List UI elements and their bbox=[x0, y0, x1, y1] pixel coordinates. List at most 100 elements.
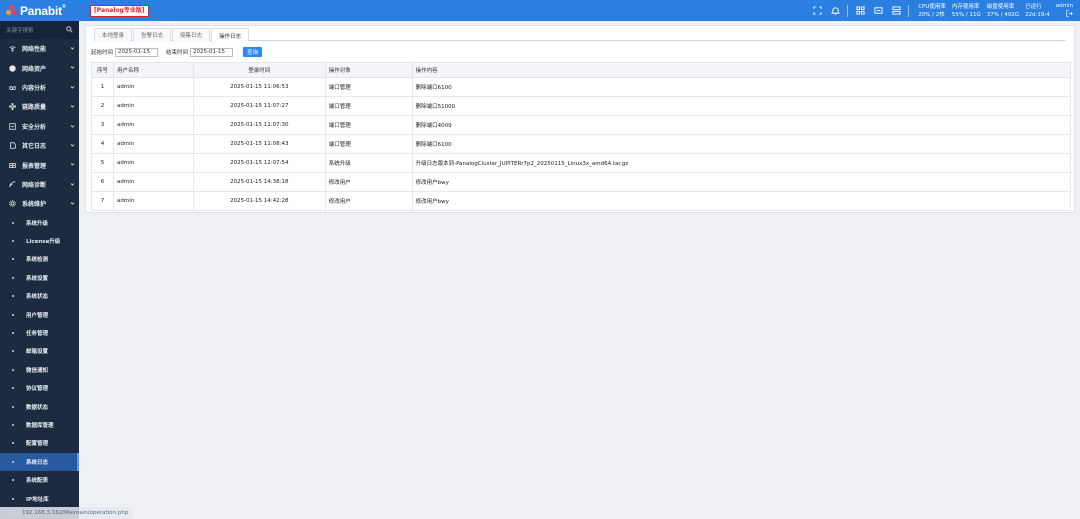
bullet-icon bbox=[12, 240, 14, 243]
bullet-icon bbox=[12, 387, 14, 390]
cell-content: 删除端口51000 bbox=[411, 96, 1072, 116]
cell-username: admin bbox=[112, 115, 194, 135]
cell-object: 端口管理 bbox=[324, 77, 413, 97]
cell-content: 删除端口6100 bbox=[411, 77, 1072, 97]
sidebar-subitem-label: 系统日志 bbox=[26, 459, 49, 466]
grid-icon bbox=[8, 161, 16, 169]
chevron-down-icon bbox=[70, 144, 75, 147]
sidebar-item-signal[interactable]: 网络诊断 bbox=[0, 175, 79, 194]
sidebar-subitem[interactable]: 用户管理 bbox=[0, 305, 79, 323]
panabit-logo-icon bbox=[6, 5, 17, 16]
cell-object: 端口管理 bbox=[324, 115, 413, 135]
chevron-down-icon bbox=[70, 163, 75, 166]
table-row: 5 admin 2025-01-15 12:07:54 系统升级 升级日志版本到-Pan… bbox=[91, 153, 1072, 173]
top-bar: Panabit® [Panalog专业版] CPU使用率 20% / 2核 内存使… bbox=[0, 0, 1080, 21]
filter-bar: 起始时间 2025-01-15 结束时间 2025-01-15 查询 bbox=[91, 47, 263, 57]
apps-icon[interactable] bbox=[855, 6, 865, 16]
start-time-input[interactable]: 2025-01-15 bbox=[115, 47, 159, 57]
tab-operation-log[interactable]: 操作日志 bbox=[211, 28, 250, 42]
sidebar-subitem[interactable]: 系统日志 bbox=[0, 452, 79, 471]
sidebar-subitem[interactable]: 系统配表 bbox=[0, 471, 79, 489]
chevron-down-icon bbox=[70, 85, 75, 89]
cell-username: admin bbox=[112, 134, 194, 154]
cell-content: 修改用户bwy bbox=[411, 191, 1072, 211]
sidebar-item-wifi[interactable]: 网络性能 bbox=[0, 39, 79, 58]
sidebar-subitem[interactable]: 系统设置 bbox=[0, 269, 79, 287]
server-icon[interactable] bbox=[891, 6, 901, 16]
sidebar-subitem[interactable]: 系统检测 bbox=[0, 250, 79, 268]
sidebar-subitem[interactable]: 微信通知 bbox=[0, 361, 79, 379]
message-icon[interactable] bbox=[873, 6, 883, 16]
sidebar-subitem-label: 配置管理 bbox=[26, 441, 49, 448]
tab-local-login[interactable]: 本地登录 bbox=[94, 28, 133, 41]
bullet-icon bbox=[12, 479, 14, 482]
doc-icon bbox=[8, 142, 16, 150]
cell-login-time: 2025-01-15 11:08:43 bbox=[192, 134, 326, 154]
sidebar-subitem[interactable]: License升级 bbox=[0, 232, 79, 250]
bullet-icon bbox=[12, 442, 14, 445]
sidebar-item-doc[interactable]: 其它日志 bbox=[0, 136, 79, 155]
sidebar-subitem-label: 协议管理 bbox=[26, 386, 49, 393]
sidebar-menu: 网络性能网络资产内容分析 链路质量安全分析其它日志报表管理网络诊断系统维护 bbox=[0, 39, 79, 214]
bullet-icon bbox=[12, 405, 14, 408]
sidebar-item-label: 安全分析 bbox=[22, 123, 47, 131]
menu-toggle-icon[interactable] bbox=[9, 509, 17, 519]
col-content: 操作内容 bbox=[411, 62, 1072, 78]
cell-index: 6 bbox=[91, 172, 114, 192]
cell-username: admin bbox=[112, 96, 194, 116]
sidebar-item-globe[interactable]: 网络资产 bbox=[0, 58, 79, 77]
fullscreen-icon[interactable] bbox=[812, 6, 822, 16]
tab-alert-log[interactable]: 告警日志 bbox=[133, 28, 172, 41]
sidebar-subitem[interactable]: 数据状态 bbox=[0, 397, 79, 415]
user-menu[interactable]: admin bbox=[1056, 2, 1073, 20]
globe-icon bbox=[8, 64, 16, 72]
chevron-down-icon bbox=[70, 66, 75, 69]
sidebar-subitem[interactable]: 协议管理 bbox=[0, 379, 79, 397]
end-time-input[interactable]: 2025-01-15 bbox=[190, 47, 234, 57]
sidebar-subitem-label: 系统状态 bbox=[26, 294, 49, 301]
table-row: 1 admin 2025-01-15 11:06:53 端口管理 删除端口6100 bbox=[91, 77, 1072, 97]
sidebar-item-label: 网络资产 bbox=[22, 65, 47, 73]
sidebar-subitem[interactable]: 系统状态 bbox=[0, 287, 79, 305]
sidebar-subitem-label: 用户管理 bbox=[26, 312, 49, 319]
logo-text: Panabit® bbox=[20, 3, 66, 18]
sidebar-subitem[interactable]: 任务管理 bbox=[0, 324, 79, 342]
sidebar-item-grid[interactable]: 报表管理 bbox=[0, 155, 79, 174]
sidebar-item-link[interactable]: 链路质量 bbox=[0, 97, 79, 116]
sidebar-item-label: 网络性能 bbox=[22, 46, 47, 54]
sidebar-item-label: 其它日志 bbox=[22, 143, 47, 151]
status-bar: 192.168.3.162/Maintain/operation.php bbox=[0, 507, 134, 519]
username: admin bbox=[1055, 2, 1073, 9]
sidebar-search[interactable]: 关键字搜索 bbox=[0, 21, 79, 39]
query-button[interactable]: 查询 bbox=[243, 47, 263, 57]
sidebar-subitem[interactable]: 邮箱设置 bbox=[0, 342, 79, 360]
sidebar-subitem-label: 微信通知 bbox=[26, 367, 49, 374]
search-input[interactable]: 关键字搜索 bbox=[6, 26, 34, 34]
col-login-time: 登录时间 bbox=[192, 62, 326, 78]
signal-icon bbox=[8, 180, 16, 188]
sidebar-item-gear[interactable]: 系统维护 bbox=[0, 194, 79, 213]
memory-stat: 内存使用率 55% / 11G bbox=[951, 3, 981, 18]
bell-icon[interactable] bbox=[830, 6, 840, 16]
sidebar-item-label: 网络诊断 bbox=[22, 181, 47, 189]
sidebar-subitem[interactable]: 配置管理 bbox=[0, 434, 79, 452]
sidebar-item-glasses[interactable]: 内容分析 bbox=[0, 78, 79, 97]
tab-collect-log[interactable]: 接集日志 bbox=[172, 28, 211, 41]
logout-icon[interactable] bbox=[1066, 9, 1073, 20]
sidebar-subitem[interactable]: IP地址库 bbox=[0, 489, 79, 507]
sidebar-subitem[interactable]: 系统升级 bbox=[0, 214, 79, 232]
sidebar-subitem-label: 系统升级 bbox=[26, 220, 49, 227]
sidebar-item-shield[interactable]: 安全分析 bbox=[0, 117, 79, 136]
search-icon[interactable] bbox=[66, 25, 73, 35]
cell-login-time: 2025-01-15 14:42:28 bbox=[192, 191, 326, 211]
bullet-icon bbox=[12, 460, 14, 463]
top-right-toolbar: CPU使用率 20% / 2核 内存使用率 55% / 11G 磁盘使用率 37% /… bbox=[808, 0, 1080, 21]
cell-login-time: 2025-01-15 12:07:54 bbox=[192, 153, 326, 173]
cell-content: 升级日志版本到-PanalogCluster_JUPITERr7p2_20250… bbox=[411, 153, 1072, 173]
logo[interactable]: Panabit® bbox=[0, 0, 78, 21]
cell-login-time: 2025-01-15 14:38:18 bbox=[192, 172, 326, 192]
cpu-stat: CPU使用率 20% / 2核 bbox=[918, 3, 946, 18]
sidebar-subitem[interactable]: 数据库管理 bbox=[0, 416, 79, 434]
log-tabs: 本地登录 告警日志 接集日志 操作日志 bbox=[94, 28, 1066, 42]
sidebar-subitem-label: 系统检测 bbox=[26, 257, 49, 264]
